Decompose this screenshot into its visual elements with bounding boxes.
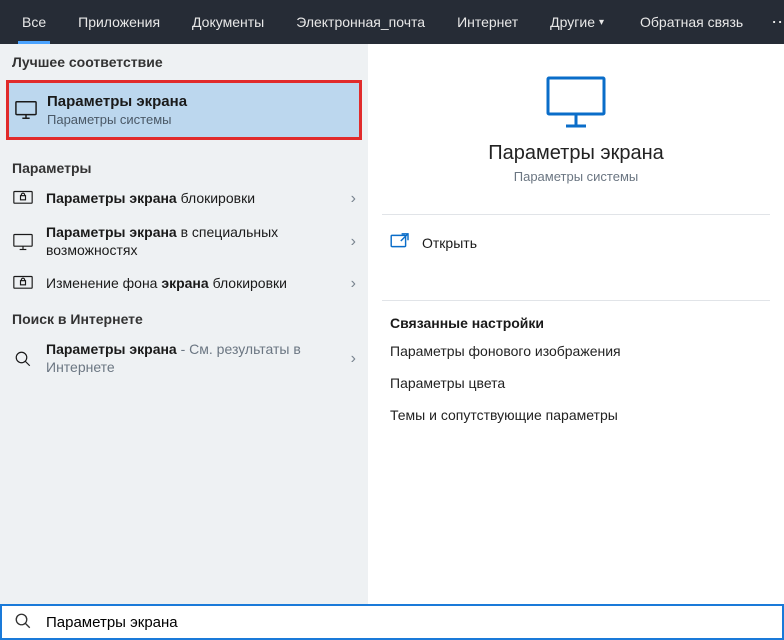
tab-other-label: Другие xyxy=(550,14,595,30)
related-link-2[interactable]: Темы и сопутствующие параметры xyxy=(390,407,762,423)
chevron-right-icon: › xyxy=(351,350,356,368)
tab-internet[interactable]: Интернет xyxy=(443,0,532,44)
lockscreen-icon xyxy=(12,275,34,293)
details-subtitle: Параметры системы xyxy=(368,169,784,184)
search-tabbar: Все Приложения Документы Электронная_поч… xyxy=(0,0,784,44)
settings-result-2[interactable]: Изменение фона экрана блокировки › xyxy=(0,267,368,301)
settings-result-0[interactable]: Параметры экрана блокировки › xyxy=(0,182,368,216)
tab-email[interactable]: Электронная_почта xyxy=(282,0,439,44)
chevron-right-icon: › xyxy=(351,275,356,293)
chevron-down-icon: ▾ xyxy=(599,17,604,28)
related-heading: Связанные настройки xyxy=(390,315,762,331)
chevron-right-icon: › xyxy=(351,190,356,208)
web-result-0[interactable]: Параметры экрана - См. результаты в Инте… xyxy=(0,333,368,384)
related-link-1[interactable]: Параметры цвета xyxy=(390,375,762,391)
tab-apps[interactable]: Приложения xyxy=(64,0,174,44)
details-panel: Параметры экрана Параметры системы Откры… xyxy=(368,44,784,604)
open-label: Открыть xyxy=(422,235,477,251)
search-icon xyxy=(14,612,32,633)
details-monitor-icon xyxy=(368,74,784,130)
search-bar[interactable] xyxy=(0,604,784,640)
section-settings: Параметры xyxy=(0,150,368,182)
settings-result-1-label: Параметры экрана в специальных возможнос… xyxy=(46,224,339,259)
lockscreen-icon xyxy=(12,190,34,208)
tab-other[interactable]: Другие ▾ xyxy=(536,0,618,44)
details-title: Параметры экрана xyxy=(368,142,784,165)
tab-documents[interactable]: Документы xyxy=(178,0,278,44)
best-match-item[interactable]: Параметры экрана Параметры системы xyxy=(6,80,362,140)
section-web: Поиск в Интернете xyxy=(0,301,368,333)
settings-result-0-label: Параметры экрана блокировки xyxy=(46,190,339,208)
chevron-right-icon: › xyxy=(351,233,356,251)
section-best-match: Лучшее соответствие xyxy=(0,44,368,76)
settings-result-1[interactable]: Параметры экрана в специальных возможнос… xyxy=(0,216,368,267)
feedback-link[interactable]: Обратная связь xyxy=(626,0,757,44)
best-match-title: Параметры экрана xyxy=(47,93,187,110)
settings-result-2-label: Изменение фона экрана блокировки xyxy=(46,275,339,293)
more-icon[interactable]: ⋯ xyxy=(761,12,784,33)
results-panel: Лучшее соответствие Параметры экрана Пар… xyxy=(0,44,368,604)
tab-all[interactable]: Все xyxy=(8,0,60,44)
web-result-0-label: Параметры экрана - См. результаты в Инте… xyxy=(46,341,339,376)
related-link-0[interactable]: Параметры фонового изображения xyxy=(390,343,762,359)
open-action[interactable]: Открыть xyxy=(368,215,784,270)
open-icon xyxy=(390,233,410,252)
monitor-icon xyxy=(15,100,37,120)
search-input[interactable] xyxy=(46,614,770,631)
monitor-icon xyxy=(12,233,34,251)
best-match-subtitle: Параметры системы xyxy=(47,112,187,127)
search-icon xyxy=(12,350,34,368)
